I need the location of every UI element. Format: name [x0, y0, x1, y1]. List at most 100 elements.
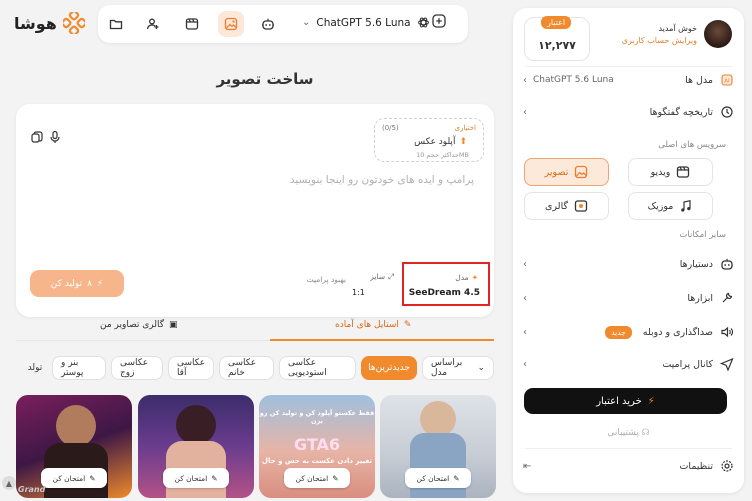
sidebar-item-voice[interactable]: ‹ جدید صداگذاری و دوبله — [523, 320, 734, 344]
new-badge: جدید — [605, 325, 632, 339]
gallery-card[interactable]: امتحان کن ✎ — [138, 395, 254, 498]
video-icon[interactable] — [182, 14, 202, 34]
filter-by-model[interactable]: براساس مدل ⌄ — [422, 356, 494, 380]
try-button[interactable]: امتحان کن ✎ — [284, 468, 350, 488]
image-upload[interactable]: اختیاری (0/5) آپلود عکس ⬆ حداکثر حجم 10MB — [374, 118, 484, 162]
copy-icon[interactable] — [30, 130, 44, 144]
support-link[interactable]: پشتیبانی ☊ — [513, 428, 744, 438]
svg-text:AI: AI — [724, 78, 730, 84]
top-toolbar: ⌄ ChatGPT 5.6 Luna — [98, 5, 468, 43]
sidebar-item-settings[interactable]: ⇤ تنظیمات — [523, 454, 734, 478]
tab-my-gallery[interactable]: گالری تصاویر من ▣ — [100, 320, 178, 330]
generate-label: تولید کن — [50, 278, 83, 289]
service-label: تصویر — [544, 166, 569, 178]
avatar — [704, 20, 732, 48]
filter-newest[interactable]: جدیدترین‌ها — [361, 356, 417, 380]
ai-chip-icon: AI — [721, 74, 733, 86]
brand-name: هوشا — [14, 13, 57, 33]
add-user-icon[interactable] — [143, 14, 163, 34]
size-label: سایز — [370, 272, 385, 281]
sidebar-item-tools[interactable]: ‹ ابزارها — [523, 286, 734, 310]
filter-studio[interactable]: عکاسی استودیویی — [279, 356, 356, 380]
tab-ready-styles[interactable]: استایل های آماده ✎ — [335, 320, 411, 330]
service-label: موزیک — [647, 200, 674, 212]
size-selector[interactable]: سایز ⤢ 1:1 — [346, 270, 396, 300]
sidebar-item-label: مدل ها — [685, 74, 713, 86]
size-value: 1:1 — [352, 288, 365, 297]
model-selector-box[interactable]: مدل ✦ SeeDream 4.5 — [402, 262, 490, 306]
sparkle-icon: ✦ — [471, 273, 478, 282]
service-label: گالری — [545, 200, 568, 212]
generate-button[interactable]: تولید کن ۸ ⚡ — [30, 270, 124, 297]
brush-icon: ✎ — [403, 320, 412, 330]
page-title: ساخت تصویر — [216, 70, 314, 88]
gallery-card[interactable]: امتحان کن ✎ — [16, 395, 132, 498]
brand-logo[interactable]: هوشا — [14, 12, 85, 34]
filter-female[interactable]: عکاسی خانم — [219, 356, 274, 380]
video-icon — [677, 166, 690, 178]
user-profile[interactable]: خوش آمدید ویرایش حساب کاربری — [622, 20, 732, 48]
portrait-figure — [410, 433, 466, 498]
user-greeting: خوش آمدید — [658, 23, 697, 33]
chip-label: عکاسی استودیویی — [288, 358, 327, 378]
image-icon — [575, 165, 588, 179]
poster-title: GTA6 — [293, 435, 341, 454]
sidebar-item-models[interactable]: ‹ ChatGPT 5.6 Luna مدل ها AI — [523, 68, 734, 92]
sidebar-item-label: تنظیمات — [679, 460, 713, 472]
edit-profile-link[interactable]: ویرایش حساب کاربری — [622, 36, 697, 45]
service-video[interactable]: ویدیو — [628, 158, 713, 186]
poster-caption: فقط عکستو آپلود کن و تولید کن رو بزن — [259, 409, 375, 425]
new-chat-icon[interactable] — [432, 14, 454, 36]
folder-icon[interactable] — [106, 14, 126, 34]
buy-credit-button[interactable]: خرید اعتبار ⚡ — [524, 388, 727, 414]
try-button[interactable]: امتحان کن ✎ — [405, 468, 471, 488]
pencil-icon: ✎ — [453, 473, 460, 483]
credit-badge: اعتبار — [541, 16, 572, 29]
gallery-card[interactable]: فقط عکستو آپلود کن و تولید کن رو بزن GTA… — [259, 395, 375, 498]
portrait-figure — [176, 405, 216, 445]
lightning-icon: ⚡ — [96, 278, 104, 289]
upload-icon: ⬆ — [459, 137, 467, 147]
chevron-down-icon: ⌄ — [302, 17, 311, 28]
scroll-up-icon[interactable]: ▲ — [2, 476, 16, 490]
collapse-panel-icon[interactable]: ⇤ — [523, 461, 531, 472]
tools-icon — [722, 292, 733, 303]
try-label: امتحان کن — [295, 473, 329, 483]
service-music[interactable]: موزیک — [628, 192, 713, 220]
microphone-icon[interactable] — [48, 130, 62, 144]
filter-couple[interactable]: عکاسی زوج — [111, 356, 163, 380]
sidebar-item-prompt-channel[interactable]: ‹ کانال پرامپت — [523, 352, 734, 376]
model-selector[interactable]: ⌄ ChatGPT 5.6 Luna — [302, 16, 430, 29]
image-icon[interactable] — [218, 11, 244, 37]
credit-box[interactable]: اعتبار ۱۲,۲۷۷ — [524, 16, 590, 61]
service-image[interactable]: تصویر — [524, 158, 609, 186]
try-button[interactable]: امتحان کن ✎ — [163, 468, 229, 488]
sound-icon — [721, 326, 734, 338]
try-label: امتحان کن — [52, 473, 86, 483]
sidebar-item-assistants[interactable]: ‹ دستیارها — [523, 252, 734, 276]
upload-count: (0/5) — [382, 124, 399, 132]
bot-icon[interactable] — [258, 14, 278, 34]
filter-banner[interactable]: بنر و پوستر — [52, 356, 106, 380]
service-gallery[interactable]: گالری — [524, 192, 609, 220]
prompt-input[interactable]: پرامپ و ایده های خودتون رو اینجا بنویسید — [290, 174, 474, 186]
divider — [525, 448, 732, 449]
gallery-card[interactable]: امتحان کن ✎ — [380, 395, 496, 498]
gear-icon — [721, 460, 733, 472]
chevron-left-icon: ‹ — [523, 106, 527, 118]
chevron-left-icon: ‹ — [523, 258, 527, 270]
sidebar-item-label: تاریخچه گفتگوها — [649, 106, 713, 118]
improve-prompt-toggle[interactable]: بهبود پرامپت — [306, 274, 346, 285]
credit-value: ۱۲,۲۷۷ — [538, 39, 576, 52]
watermark-text: Grand — [18, 485, 46, 494]
support-label: پشتیبانی — [607, 428, 639, 438]
buy-credit-label: خرید اعتبار — [596, 395, 642, 407]
filter-male[interactable]: عکاسی آقا — [168, 356, 214, 380]
tab-label: گالری تصاویر من — [100, 320, 165, 330]
poster-subtitle: تغییر دادن عکست به حس و حال — [261, 457, 373, 465]
try-button[interactable]: امتحان کن ✎ — [41, 468, 107, 488]
lightning-icon: ⚡ — [647, 395, 655, 407]
filter-birthday[interactable]: تولد — [22, 356, 48, 380]
gallery-icon: ▣ — [169, 320, 178, 330]
sidebar-item-history[interactable]: ‹ تاریخچه گفتگوها — [523, 100, 734, 124]
